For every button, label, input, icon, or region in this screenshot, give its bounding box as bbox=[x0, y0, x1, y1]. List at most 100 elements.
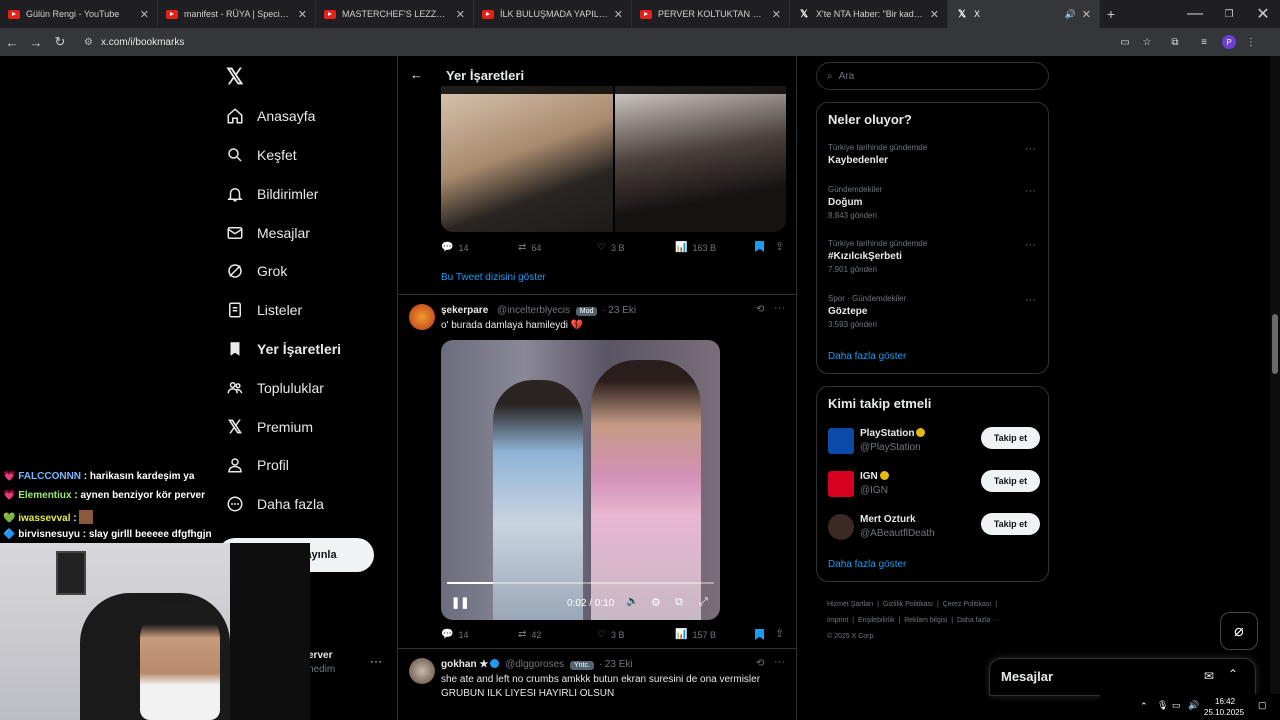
close-window-button[interactable]: ✕ bbox=[1246, 4, 1280, 24]
search-input[interactable]: ⌕ Ara bbox=[816, 62, 1049, 90]
tweet-video[interactable]: ❚❚ 0:02 / 0:10 🔈 ⚙ ⧉ ⤢ bbox=[441, 340, 720, 620]
pip-icon[interactable]: ⧉ bbox=[675, 596, 683, 609]
mic-icon[interactable]: 🎙 bbox=[1157, 700, 1168, 711]
back-arrow-icon[interactable]: ← bbox=[0, 35, 24, 50]
browser-tab[interactable]: İLK BULUŞMADA YAPILMAMAS ✕ bbox=[474, 0, 632, 28]
more-icon[interactable]: ··· bbox=[1025, 239, 1036, 251]
grok-floating-button[interactable]: ⌀ bbox=[1220, 612, 1258, 650]
close-icon[interactable]: ✕ bbox=[1082, 8, 1091, 21]
star-icon[interactable]: ☆ bbox=[1136, 37, 1158, 48]
install-icon[interactable]: ▭ bbox=[1114, 37, 1136, 48]
tweet-date[interactable]: · 23 Eki bbox=[599, 659, 633, 670]
grok-icon[interactable]: ⟲ bbox=[756, 304, 764, 315]
back-arrow-icon[interactable]: ← bbox=[410, 67, 423, 82]
minimize-button[interactable]: — bbox=[1178, 5, 1212, 23]
reload-icon[interactable]: ↻ bbox=[48, 34, 72, 50]
tweet-media-right[interactable] bbox=[615, 86, 786, 232]
browser-tab[interactable]: PERVER KOLTUKTAN DÜŞÜYOR ✕ bbox=[632, 0, 790, 28]
bookmark-icon[interactable] bbox=[755, 241, 764, 252]
volume-icon[interactable]: 🔊 bbox=[1188, 700, 1199, 711]
grok-icon[interactable]: ⟲ bbox=[756, 658, 764, 669]
more-icon[interactable]: ··· bbox=[1025, 294, 1036, 306]
maximize-button[interactable]: ❐ bbox=[1212, 9, 1246, 20]
sidebar-item-notifications[interactable]: Bildirimler bbox=[226, 177, 318, 211]
footer-link[interactable]: Daha fazla ··· bbox=[957, 617, 999, 624]
follow-more-link[interactable]: Daha fazla göster bbox=[828, 559, 906, 570]
footer-link[interactable]: Reklam bilgisi bbox=[904, 617, 947, 624]
close-icon[interactable]: ✕ bbox=[772, 8, 781, 21]
chevron-up-icon[interactable]: ⌃ bbox=[1228, 667, 1238, 681]
reply-stat[interactable]: 💬 14 bbox=[441, 629, 468, 640]
more-icon[interactable]: ··· bbox=[774, 302, 785, 314]
more-icon[interactable]: ··· bbox=[1025, 143, 1036, 155]
sidebar-item-messages[interactable]: Mesajlar bbox=[226, 216, 310, 250]
more-icon[interactable]: ··· bbox=[1025, 185, 1036, 197]
clock-date[interactable]: 25.10.2025 bbox=[1204, 708, 1244, 717]
close-icon[interactable]: ✕ bbox=[614, 8, 623, 21]
retweet-stat[interactable]: ⇄ 42 bbox=[518, 629, 541, 640]
forward-arrow-icon[interactable]: → bbox=[24, 35, 48, 50]
close-icon[interactable]: ✕ bbox=[456, 8, 465, 21]
sidebar-item-premium[interactable]: 𝕏 Premium bbox=[226, 410, 313, 444]
avatar[interactable] bbox=[409, 658, 435, 684]
share-icon[interactable]: ⇪ bbox=[775, 240, 784, 253]
close-icon[interactable]: ✕ bbox=[930, 8, 939, 21]
reply-stat[interactable]: 💬 14 bbox=[441, 242, 468, 253]
scrollbar-thumb[interactable] bbox=[1272, 314, 1278, 374]
sidebar-item-home[interactable]: Anasayfa bbox=[226, 99, 315, 133]
browser-tab[interactable]: MASTERCHEF'S LEZZO - YouTu ✕ bbox=[316, 0, 474, 28]
settings-icon[interactable]: ⚙ bbox=[651, 596, 661, 609]
bookmark-icon[interactable] bbox=[755, 629, 764, 640]
follow-item[interactable]: IGN @IGN Takip et bbox=[828, 468, 1040, 504]
scrollbar[interactable] bbox=[1270, 56, 1280, 694]
new-message-icon[interactable]: ✉ bbox=[1204, 669, 1214, 683]
trend-item[interactable]: Spor · Gündemdekiler Göztepe 3.593 gönderi bbox=[828, 294, 906, 329]
volume-icon[interactable]: 🔈 bbox=[626, 596, 638, 607]
footer-link[interactable]: Imprint bbox=[827, 617, 848, 624]
x-logo-icon[interactable]: 𝕏 bbox=[226, 64, 244, 90]
chevron-up-icon[interactable]: ⌃ bbox=[1140, 701, 1148, 712]
footer-link[interactable]: Çerez Politikası bbox=[943, 601, 992, 608]
trends-more-link[interactable]: Daha fazla göster bbox=[828, 351, 906, 362]
url-field[interactable]: ⚙ x.com/i/bookmarks bbox=[84, 32, 1114, 52]
sidebar-item-bookmarks[interactable]: Yer İşaretleri bbox=[226, 332, 341, 366]
trend-item[interactable]: Gündemdekiler Doğum 8.843 gönderi bbox=[828, 185, 882, 220]
tweet-date[interactable]: · 23 Eki bbox=[602, 305, 636, 316]
follow-button[interactable]: Takip et bbox=[981, 427, 1040, 449]
follow-button[interactable]: Takip et bbox=[981, 513, 1040, 535]
new-tab-button[interactable]: + bbox=[1100, 6, 1122, 22]
extensions-icon[interactable]: ⧉ bbox=[1158, 37, 1192, 48]
site-info-icon[interactable]: ⚙ bbox=[84, 37, 93, 48]
sidebar-item-more[interactable]: Daha fazla bbox=[226, 487, 324, 521]
clock-time[interactable]: 16:42 bbox=[1215, 697, 1235, 706]
share-icon[interactable]: ⇪ bbox=[775, 627, 784, 640]
sidebar-item-profile[interactable]: Profil bbox=[226, 448, 289, 482]
more-icon[interactable]: ··· bbox=[370, 654, 382, 668]
browser-tab[interactable]: 𝕏 X'te NTA Haber: "Bir kadın kap ✕ bbox=[790, 0, 948, 28]
tweet-handle[interactable]: @incelterblyecis bbox=[497, 305, 570, 316]
follow-item[interactable]: PlayStation @PlayStation Takip et bbox=[828, 425, 1040, 461]
pause-icon[interactable]: ❚❚ bbox=[451, 596, 469, 609]
trend-item[interactable]: Türkiye tarihinde gündemde #KızılcıkŞerbe… bbox=[828, 239, 927, 274]
tweet-handle[interactable]: @dlggoroses bbox=[505, 659, 564, 670]
more-icon[interactable]: ··· bbox=[774, 656, 785, 668]
fullscreen-icon[interactable]: ⤢ bbox=[699, 596, 708, 609]
browser-tab[interactable]: manifest - RÜYA | Special Danc ✕ bbox=[158, 0, 316, 28]
follow-button[interactable]: Takip et bbox=[981, 470, 1040, 492]
media-icon[interactable]: ≡ bbox=[1192, 37, 1216, 48]
messages-drawer[interactable]: Mesajlar ✉ ⌃ bbox=[989, 658, 1256, 696]
views-stat[interactable]: 📊 157 B bbox=[675, 629, 716, 640]
close-icon[interactable]: ✕ bbox=[140, 8, 149, 21]
show-thread-link[interactable]: Bu Tweet dizisini göster bbox=[441, 272, 546, 283]
avatar[interactable]: P bbox=[1222, 35, 1236, 49]
tweet-author[interactable]: gokhan ★ bbox=[441, 659, 488, 670]
footer-link[interactable]: Hizmet Şartları bbox=[827, 601, 873, 608]
browser-tab[interactable]: Gülün Rengi - YouTube ✕ bbox=[0, 0, 158, 28]
avatar[interactable] bbox=[409, 304, 435, 330]
footer-link[interactable]: Erişilebilirlik bbox=[858, 617, 895, 624]
notification-icon[interactable]: ▢ bbox=[1258, 700, 1267, 711]
sidebar-item-explore[interactable]: Keşfet bbox=[226, 138, 297, 172]
footer-link[interactable]: Gizlilik Politikası bbox=[883, 601, 933, 608]
menu-icon[interactable]: ⋮ bbox=[1242, 37, 1260, 48]
sidebar-item-lists[interactable]: Listeler bbox=[226, 293, 302, 327]
